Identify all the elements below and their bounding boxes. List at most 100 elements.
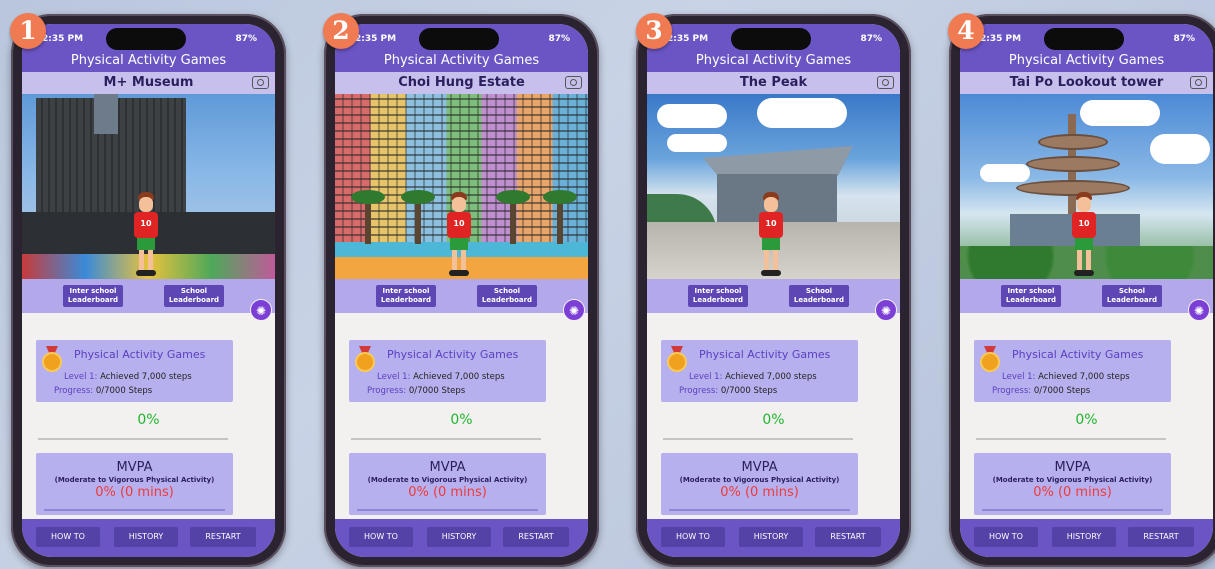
camera-icon[interactable] [1190, 76, 1207, 89]
progress-text: Progress: 0/7000 Steps [679, 386, 778, 396]
level-text: Level 1: Achieved 7,000 steps [377, 372, 505, 382]
activity-fab-icon[interactable]: ✺ [563, 299, 585, 321]
camera-icon[interactable] [877, 76, 894, 89]
phone-screen: 2:35 PM 87% Physical Activity Games Choi… [335, 24, 588, 557]
cloud [657, 104, 727, 128]
mvpa-title: MVPA [1054, 460, 1091, 475]
history-button[interactable]: HISTORY [427, 527, 491, 547]
activity-fab-icon[interactable]: ✺ [875, 299, 897, 321]
location-scene: 10 [960, 94, 1213, 279]
status-bar: 2:35 PM 87% [960, 24, 1213, 51]
location-name: Choi Hung Estate [398, 75, 525, 90]
progress-bar [976, 438, 1166, 440]
inter-school-leaderboard-button[interactable]: Inter school Leaderboard [1001, 285, 1061, 307]
palm-tree [543, 190, 577, 244]
step-badge-1: 1 [10, 13, 46, 49]
dynamic-island [419, 28, 499, 50]
restart-button[interactable]: RESTART [503, 527, 569, 547]
app-title: Physical Activity Games [960, 51, 1213, 72]
cloud [980, 164, 1030, 182]
leaderboard-bar: Inter school Leaderboard School Leaderbo… [960, 279, 1213, 321]
leaderboard-bar: Inter school Leaderboard School Leaderbo… [22, 279, 275, 321]
camera-icon[interactable] [565, 76, 582, 89]
app-title: Physical Activity Games [22, 51, 275, 72]
mvpa-subtitle: (Moderate to Vigorous Physical Activity) [679, 476, 840, 484]
peak-tower-roof [703, 146, 853, 176]
mvpa-card: MVPA (Moderate to Vigorous Physical Acti… [974, 453, 1171, 515]
status-battery: 87% [235, 34, 257, 44]
location-name: M+ Museum [103, 75, 194, 90]
activity-card: Physical Activity Games Level 1: Achieve… [349, 340, 546, 402]
how-to-button[interactable]: HOW TO [661, 527, 725, 547]
inter-school-leaderboard-button[interactable]: Inter school Leaderboard [63, 285, 123, 307]
dynamic-island [1044, 28, 1124, 50]
activity-card: Physical Activity Games Level 1: Achieve… [661, 340, 858, 402]
jersey-number: 10 [1072, 212, 1096, 238]
school-leaderboard-button[interactable]: School Leaderboard [1102, 285, 1162, 307]
location-scene: 10 [335, 94, 588, 279]
history-button[interactable]: HISTORY [739, 527, 803, 547]
activity-card: Physical Activity Games Level 1: Achieve… [974, 340, 1171, 402]
phone-1: 2:35 PM 87% Physical Activity Games M+ M… [11, 14, 286, 567]
player-character: 10 [130, 192, 162, 278]
bottom-bar: HOW TO HISTORY RESTART [960, 519, 1213, 557]
progress-bar [351, 438, 541, 440]
medal-icon [980, 346, 1000, 372]
phone-screen: 2:35 PM 87% Physical Activity Games The … [647, 24, 900, 557]
status-time: 2:35 PM [42, 34, 84, 44]
phones-showcase: 1 2:35 PM 87% Physical Activity Games M+… [0, 0, 1215, 569]
phone-screen: 2:35 PM 87% Physical Activity Games Tai … [960, 24, 1213, 557]
activity-card: Physical Activity Games Level 1: Achieve… [36, 340, 233, 402]
restart-button[interactable]: RESTART [190, 527, 256, 547]
activity-fab-icon[interactable]: ✺ [250, 299, 272, 321]
school-leaderboard-button[interactable]: School Leaderboard [477, 285, 537, 307]
leaderboard-bar: Inter school Leaderboard School Leaderbo… [647, 279, 900, 321]
cloud [1080, 100, 1160, 126]
status-battery: 87% [548, 34, 570, 44]
tower-ring [1026, 156, 1120, 172]
mvpa-title: MVPA [429, 460, 466, 475]
how-to-button[interactable]: HOW TO [349, 527, 413, 547]
player-character: 10 [443, 192, 475, 278]
location-scene: 10 [647, 94, 900, 279]
mvpa-card: MVPA (Moderate to Vigorous Physical Acti… [36, 453, 233, 515]
location-bar: M+ Museum [22, 72, 275, 94]
location-scene: 10 [22, 94, 275, 279]
phone-4: 2:35 PM 87% Physical Activity Games Tai … [949, 14, 1215, 567]
progress-percent: 0% [1075, 412, 1098, 428]
mvpa-title: MVPA [741, 460, 778, 475]
dynamic-island [731, 28, 811, 50]
camera-icon[interactable] [252, 76, 269, 89]
phone-3: 2:35 PM 87% Physical Activity Games The … [636, 14, 911, 567]
how-to-button[interactable]: HOW TO [36, 527, 100, 547]
location-bar: Choi Hung Estate [335, 72, 588, 94]
dynamic-island [106, 28, 186, 50]
card-title: Physical Activity Games [1012, 348, 1144, 361]
phone-screen: 2:35 PM 87% Physical Activity Games M+ M… [22, 24, 275, 557]
progress-percent: 0% [762, 412, 785, 428]
step-badge-3: 3 [636, 13, 672, 49]
restart-button[interactable]: RESTART [815, 527, 881, 547]
history-button[interactable]: HISTORY [1052, 527, 1116, 547]
progress-bar [38, 438, 228, 440]
location-bar: Tai Po Lookout tower [960, 72, 1213, 94]
progress-text: Progress: 0/7000 Steps [54, 386, 153, 396]
palm-tree [496, 190, 530, 244]
school-leaderboard-button[interactable]: School Leaderboard [789, 285, 849, 307]
jersey-number: 10 [134, 212, 158, 238]
jersey-number: 10 [759, 212, 783, 238]
inter-school-leaderboard-button[interactable]: Inter school Leaderboard [376, 285, 436, 307]
history-button[interactable]: HISTORY [114, 527, 178, 547]
palm-tree [401, 190, 435, 244]
activity-fab-icon[interactable]: ✺ [1188, 299, 1210, 321]
inter-school-leaderboard-button[interactable]: Inter school Leaderboard [688, 285, 748, 307]
bottom-bar: HOW TO HISTORY RESTART [335, 519, 588, 557]
level-text: Level 1: Achieved 7,000 steps [1002, 372, 1130, 382]
school-leaderboard-button[interactable]: School Leaderboard [164, 285, 224, 307]
mvpa-bar [669, 509, 850, 511]
tower-ring [1038, 134, 1108, 150]
restart-button[interactable]: RESTART [1128, 527, 1194, 547]
mvpa-bar [44, 509, 225, 511]
palm-tree [351, 190, 385, 244]
how-to-button[interactable]: HOW TO [974, 527, 1038, 547]
